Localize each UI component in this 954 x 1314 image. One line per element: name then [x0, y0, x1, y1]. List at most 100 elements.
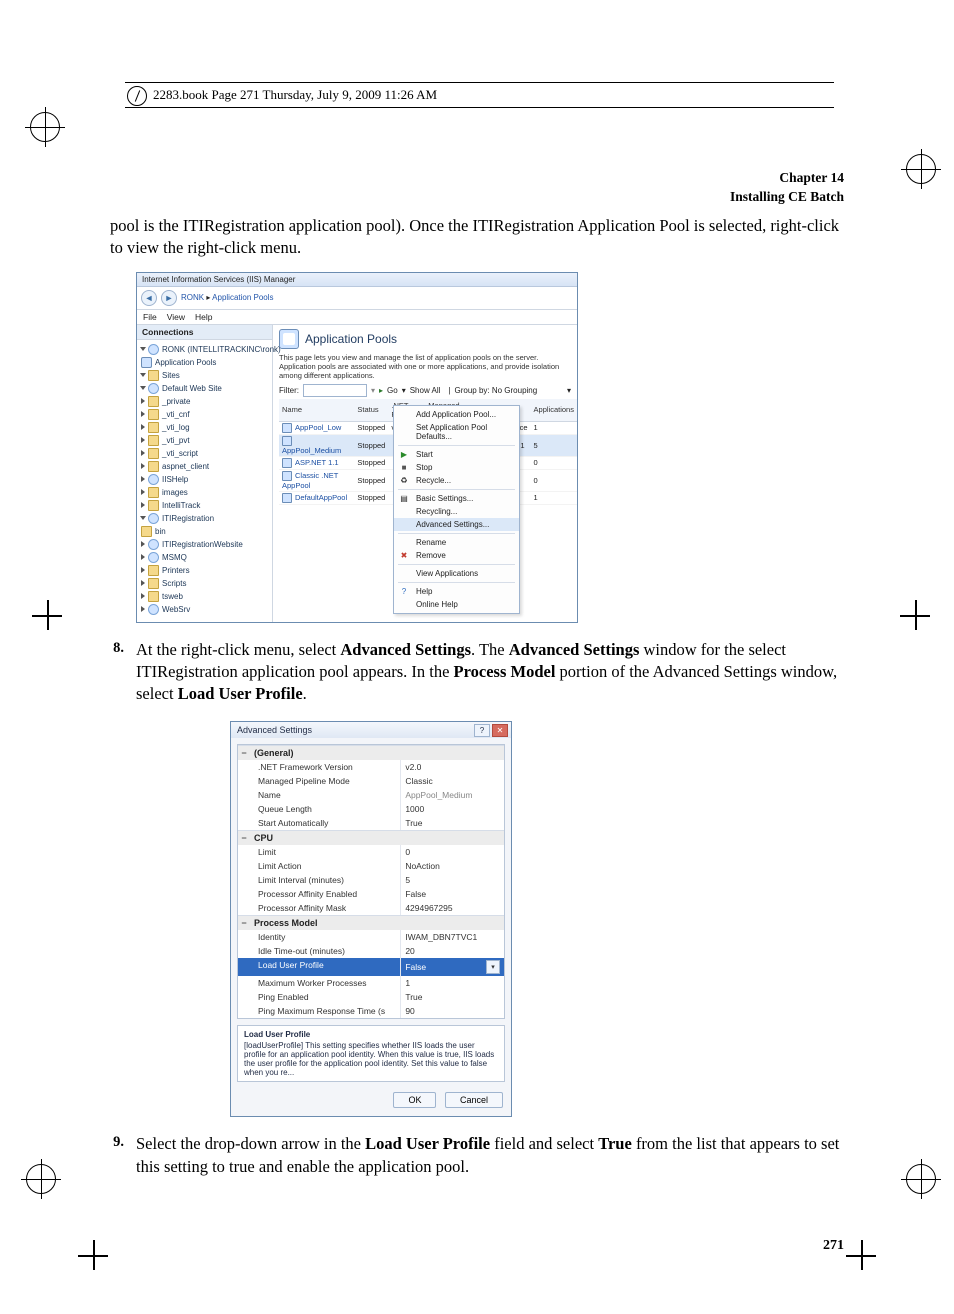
ctx-view-apps[interactable]: View Applications — [394, 567, 519, 580]
folder-icon — [148, 448, 159, 459]
menu-help[interactable]: Help — [195, 312, 212, 322]
dropdown-button[interactable]: ▾ — [486, 960, 500, 974]
folder-icon — [148, 500, 159, 511]
tree-node[interactable]: aspnet_client — [162, 462, 209, 471]
ctx-advanced-settings[interactable]: Advanced Settings... — [394, 518, 519, 531]
ctx-rename[interactable]: Rename — [394, 536, 519, 549]
prop-row[interactable]: Queue Length1000 — [238, 802, 504, 816]
intro-paragraph: pool is the ITIRegistration application … — [110, 215, 844, 260]
tree-apppools[interactable]: Application Pools — [155, 358, 216, 367]
prop-row[interactable]: Maximum Worker Processes1 — [238, 976, 504, 990]
tree-node[interactable]: IntelliTrack — [162, 501, 200, 510]
tree-node[interactable]: WebSrv — [162, 605, 190, 614]
ctx-online-help[interactable]: Online Help — [394, 598, 519, 611]
site-icon — [148, 383, 159, 394]
tree-node[interactable]: MSMQ — [162, 553, 187, 562]
col-name[interactable]: Name — [279, 399, 354, 422]
tree-node[interactable]: _vti_pvt — [162, 436, 190, 445]
prop-row[interactable]: NameAppPool_Medium — [238, 788, 504, 802]
pool-icon — [282, 458, 292, 468]
filter-input[interactable] — [303, 384, 367, 397]
server-icon — [148, 344, 159, 355]
prop-row-load-user-profile[interactable]: Load User Profile False▾ — [238, 958, 504, 976]
folder-icon — [148, 435, 159, 446]
prop-row[interactable]: Limit ActionNoAction — [238, 859, 504, 873]
chapter-line-1: Chapter 14 — [110, 170, 844, 186]
category-process-model[interactable]: Process Model — [238, 915, 504, 930]
ctx-add-pool[interactable]: Add Application Pool... — [394, 408, 519, 421]
tree-node[interactable]: ITIRegistrationWebsite — [162, 540, 243, 549]
app-icon — [148, 539, 159, 550]
ctx-recycling[interactable]: Recycling... — [394, 505, 519, 518]
prop-row[interactable]: Managed Pipeline ModeClassic — [238, 774, 504, 788]
tree-sites[interactable]: Sites — [162, 371, 180, 380]
prop-row[interactable]: Limit0 — [238, 845, 504, 859]
folder-icon — [148, 370, 159, 381]
dialog-help-button[interactable]: ? — [474, 724, 490, 737]
show-all-button[interactable]: Show All — [410, 386, 441, 395]
prop-row[interactable]: Idle Time-out (minutes)20 — [238, 944, 504, 958]
ctx-recycle[interactable]: ♻Recycle... — [394, 474, 519, 487]
book-header-text: 2283.book Page 271 Thursday, July 9, 200… — [153, 87, 437, 102]
ctx-basic-settings[interactable]: ▤Basic Settings... — [394, 492, 519, 505]
group-by-label[interactable]: Group by: No Grouping — [454, 386, 537, 395]
menu-view[interactable]: View — [167, 312, 185, 322]
tree-node[interactable]: IISHelp — [162, 475, 188, 484]
pool-icon — [282, 493, 292, 503]
col-status[interactable]: Status — [354, 399, 388, 422]
prop-row[interactable]: Start AutomaticallyTrue — [238, 816, 504, 830]
breadcrumb[interactable]: RONK ▸ Application Pools — [181, 293, 274, 302]
prop-row[interactable]: Processor Affinity EnabledFalse — [238, 887, 504, 901]
advanced-settings-dialog: Advanced Settings ? ✕ (General) .NET Fra… — [230, 721, 512, 1117]
registration-mark — [30, 112, 60, 142]
tree-node[interactable]: tsweb — [162, 592, 183, 601]
main-pane: Application Pools This page lets you vie… — [273, 325, 577, 622]
help-icon: ? — [399, 587, 409, 596]
ctx-start[interactable]: ▶Start — [394, 448, 519, 461]
ctx-remove[interactable]: ✖Remove — [394, 549, 519, 562]
tree-node[interactable]: ITIRegistration — [162, 514, 214, 523]
crumb-leaf[interactable]: Application Pools — [212, 293, 273, 302]
folder-icon — [148, 578, 159, 589]
tree-node[interactable]: images — [162, 488, 188, 497]
tree-server[interactable]: RONK (INTELLITRACKINC\ronk) — [162, 345, 281, 354]
cancel-button[interactable]: Cancel — [445, 1092, 503, 1108]
prop-row[interactable]: Ping EnabledTrue — [238, 990, 504, 1004]
tree-default-site[interactable]: Default Web Site — [162, 384, 222, 393]
folder-icon — [148, 409, 159, 420]
ctx-stop[interactable]: ■Stop — [394, 461, 519, 474]
menu-file[interactable]: File — [143, 312, 157, 322]
prop-row[interactable]: Limit Interval (minutes)5 — [238, 873, 504, 887]
dialog-title: Advanced Settings — [237, 725, 312, 735]
tree-node[interactable]: _vti_cnf — [162, 410, 190, 419]
main-pane-title: Application Pools — [305, 332, 397, 346]
ok-button[interactable]: OK — [393, 1092, 436, 1108]
prop-row[interactable]: Ping Maximum Response Time (s90 — [238, 1004, 504, 1018]
crumb-root[interactable]: RONK — [181, 293, 204, 302]
category-cpu[interactable]: CPU — [238, 830, 504, 845]
tree-node[interactable]: bin — [155, 527, 166, 536]
nav-forward-button[interactable]: ► — [161, 290, 177, 306]
stop-icon: ■ — [399, 463, 409, 472]
ctx-set-defaults[interactable]: Set Application Pool Defaults... — [394, 421, 519, 443]
go-button[interactable]: Go — [387, 386, 398, 395]
dialog-close-button[interactable]: ✕ — [492, 724, 508, 737]
tree-node[interactable]: Printers — [162, 566, 190, 575]
prop-row[interactable]: .NET Framework Versionv2.0 — [238, 760, 504, 774]
tree-node[interactable]: _vti_log — [162, 423, 190, 432]
filter-label: Filter: — [279, 386, 299, 395]
connections-pane: Connections RONK (INTELLITRACKINC\ronk) … — [137, 325, 273, 622]
col-apps[interactable]: Applications — [531, 399, 577, 422]
connections-header: Connections — [137, 325, 272, 340]
category-general[interactable]: (General) — [238, 745, 504, 760]
tree-node[interactable]: _vti_script — [162, 449, 198, 458]
ctx-help[interactable]: ?Help — [394, 585, 519, 598]
dialog-title-bar: Advanced Settings ? ✕ — [231, 722, 511, 738]
nav-back-button[interactable]: ◄ — [141, 290, 157, 306]
prop-row[interactable]: Processor Affinity Mask4294967295 — [238, 901, 504, 915]
cross-mark — [78, 1240, 108, 1270]
prop-row[interactable]: IdentityIWAM_DBN7TVC1 — [238, 930, 504, 944]
tree-node[interactable]: _private — [162, 397, 190, 406]
registration-mark — [26, 1164, 56, 1194]
tree-node[interactable]: Scripts — [162, 579, 186, 588]
